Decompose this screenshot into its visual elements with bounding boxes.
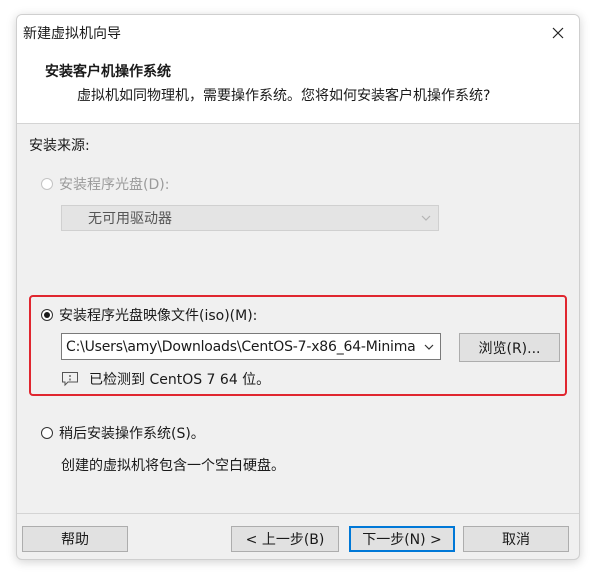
install-source-label: 安装来源: xyxy=(29,138,90,154)
help-button[interactable]: 帮助 xyxy=(22,526,128,552)
window-title: 新建虚拟机向导 xyxy=(23,26,121,42)
footer-divider xyxy=(17,513,579,514)
radio-option-later[interactable]: 稍后安装操作系统(S)。 xyxy=(41,423,205,443)
wizard-dialog: 新建虚拟机向导 安装客户机操作系统 虚拟机如同物理机，需要操作系统。您将如何安装… xyxy=(16,14,580,560)
info-bubble-icon xyxy=(62,372,78,387)
header-subtitle: 虚拟机如同物理机，需要操作系统。您将如何安装客户机操作系统? xyxy=(77,88,491,104)
title-bar: 新建虚拟机向导 xyxy=(17,15,579,51)
radio-later-label: 稍后安装操作系统(S)。 xyxy=(59,426,205,442)
radio-option-iso[interactable]: 安装程序光盘映像文件(iso)(M): xyxy=(41,305,257,325)
chevron-down-icon xyxy=(421,215,431,221)
wizard-header: 安装客户机操作系统 虚拟机如同物理机，需要操作系统。您将如何安装客户机操作系统? xyxy=(17,51,579,124)
drive-select-value: 无可用驱动器 xyxy=(88,211,172,227)
detect-message-row: 已检测到 CentOS 7 64 位。 xyxy=(61,369,270,389)
iso-path-value: C:\Users\amy\Downloads\CentOS-7-x86_64-M… xyxy=(66,338,416,355)
browse-button[interactable]: 浏览(R)... xyxy=(459,333,560,362)
radio-disc-label: 安装程序光盘(D): xyxy=(59,177,170,193)
chevron-down-icon[interactable] xyxy=(423,339,435,355)
radio-iso-label: 安装程序光盘映像文件(iso)(M): xyxy=(59,308,258,324)
radio-later[interactable] xyxy=(41,427,53,439)
header-title: 安装客户机操作系统 xyxy=(45,64,171,80)
detect-message: 已检测到 CentOS 7 64 位。 xyxy=(89,372,271,388)
close-icon xyxy=(552,27,564,39)
radio-disc[interactable] xyxy=(41,178,53,190)
radio-option-disc[interactable]: 安装程序光盘(D): xyxy=(41,174,169,194)
later-description: 创建的虚拟机将包含一个空白硬盘。 xyxy=(61,458,285,474)
next-button[interactable]: 下一步(N) > xyxy=(349,526,455,552)
radio-iso[interactable] xyxy=(41,309,53,321)
back-button[interactable]: < 上一步(B) xyxy=(231,526,339,552)
drive-select[interactable]: 无可用驱动器 xyxy=(61,205,439,231)
iso-path-combobox[interactable]: C:\Users\amy\Downloads\CentOS-7-x86_64-M… xyxy=(61,333,441,360)
close-button[interactable] xyxy=(543,19,573,47)
cancel-button[interactable]: 取消 xyxy=(463,526,569,552)
